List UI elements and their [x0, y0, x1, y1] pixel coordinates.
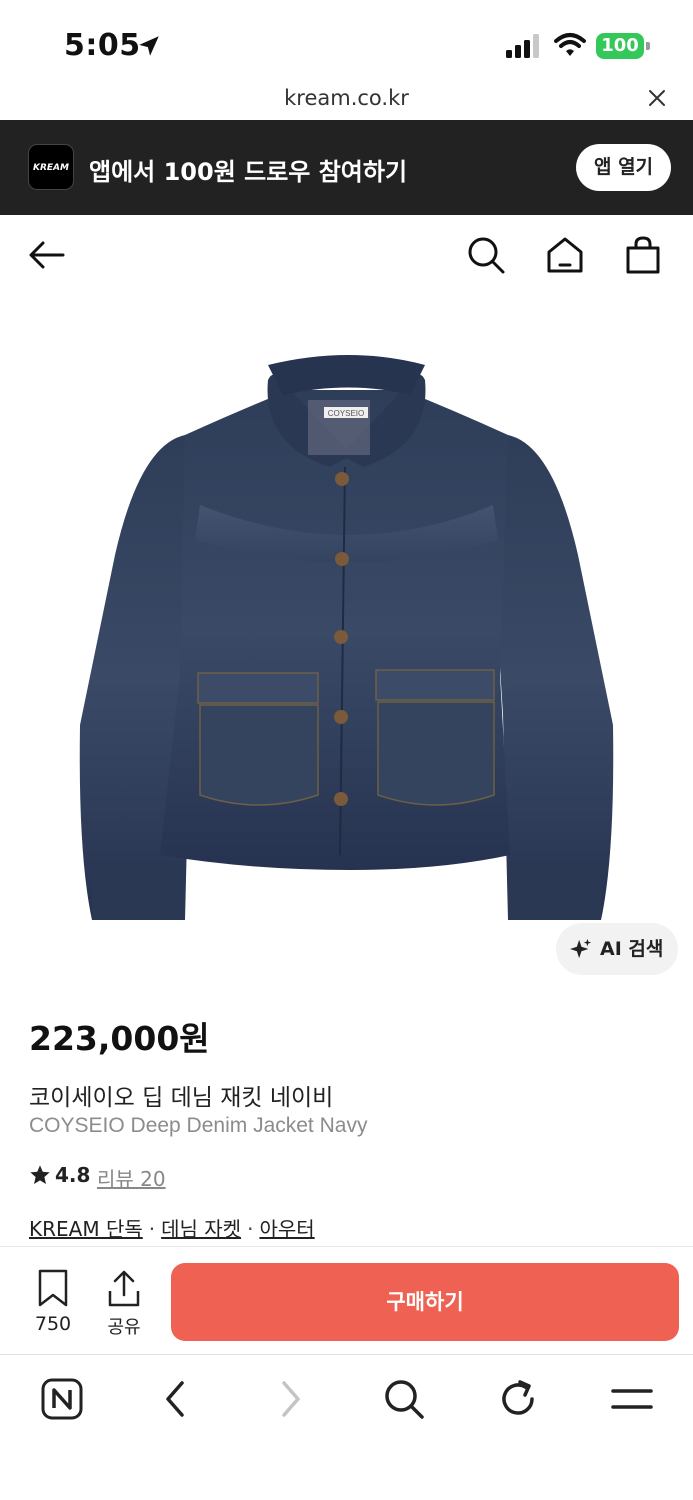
banner-message: 앱에서 100원 드로우 참여하기 — [89, 158, 408, 186]
rating-value: 4.8 — [55, 1163, 91, 1187]
back-arrow-icon[interactable] — [27, 235, 67, 275]
share-icon — [108, 1270, 140, 1307]
back-chevron-icon[interactable] — [154, 1377, 198, 1421]
bookmark-count: 750 — [34, 1313, 72, 1335]
share-label: 공유 — [107, 1317, 141, 1338]
share-button[interactable]: 공유 — [98, 1269, 150, 1338]
battery-level: 100 — [596, 33, 644, 59]
kream-logo: KREAM — [28, 144, 74, 190]
ai-search-button[interactable]: AI 검색 — [556, 923, 678, 975]
tag-outer[interactable]: 아우터 — [259, 1217, 314, 1241]
search-icon[interactable] — [466, 235, 506, 275]
battery-tip — [646, 42, 650, 50]
app-download-banner[interactable]: KREAM 앱에서 100원 드로우 참여하기 앱 열기 — [0, 120, 693, 215]
product-price: 223,000원 — [29, 1019, 210, 1058]
browser-toolbar — [0, 1354, 693, 1500]
tag-kream-exclusive[interactable]: KREAM 단독 — [29, 1217, 143, 1241]
tag-separator: · — [148, 1217, 156, 1241]
wifi-icon — [554, 33, 586, 56]
ai-search-label: AI 검색 — [600, 938, 664, 960]
top-nav — [0, 215, 693, 295]
url-bar[interactable]: kream.co.kr — [0, 82, 693, 120]
naver-n-icon[interactable] — [40, 1377, 84, 1421]
menu-icon[interactable] — [610, 1377, 654, 1421]
bookmark-icon — [38, 1269, 68, 1307]
product-tags: KREAM 단독 · 데님 자켓 · 아우터 — [29, 1213, 315, 1242]
home-icon[interactable] — [545, 235, 585, 275]
shopping-bag-icon[interactable] — [623, 235, 663, 275]
battery-icon: 100 — [596, 33, 650, 59]
tag-denim-jacket[interactable]: 데님 자켓 — [161, 1217, 241, 1241]
status-time: 5:05 — [64, 28, 141, 63]
location-arrow-icon — [139, 36, 159, 56]
bookmark-button[interactable]: 750 — [26, 1269, 80, 1335]
product-image[interactable]: COYSEIO — [0, 295, 693, 995]
open-app-button[interactable]: 앱 열기 — [576, 144, 671, 191]
status-bar: 5:05 100 — [0, 0, 693, 82]
search-icon[interactable] — [382, 1377, 426, 1421]
review-link[interactable]: 리뷰 20 — [97, 1163, 166, 1192]
product-name-en: COYSEIO Deep Denim Jacket Navy — [29, 1114, 368, 1137]
buy-button[interactable]: 구매하기 — [171, 1263, 679, 1341]
star-icon — [30, 1165, 50, 1184]
url-text[interactable]: kream.co.kr — [0, 86, 693, 110]
product-name-ko: 코이세이오 딥 데님 재킷 네이비 — [29, 1085, 334, 1111]
close-icon[interactable] — [647, 88, 667, 108]
forward-chevron-icon[interactable] — [268, 1377, 312, 1421]
brand-label-text: COYSEIO — [328, 409, 364, 418]
refresh-icon[interactable] — [496, 1377, 540, 1421]
action-bar: 750 공유 구매하기 — [0, 1246, 693, 1354]
sparkle-icon — [570, 938, 592, 959]
tag-separator: · — [247, 1217, 254, 1241]
signal-icon — [506, 34, 539, 58]
